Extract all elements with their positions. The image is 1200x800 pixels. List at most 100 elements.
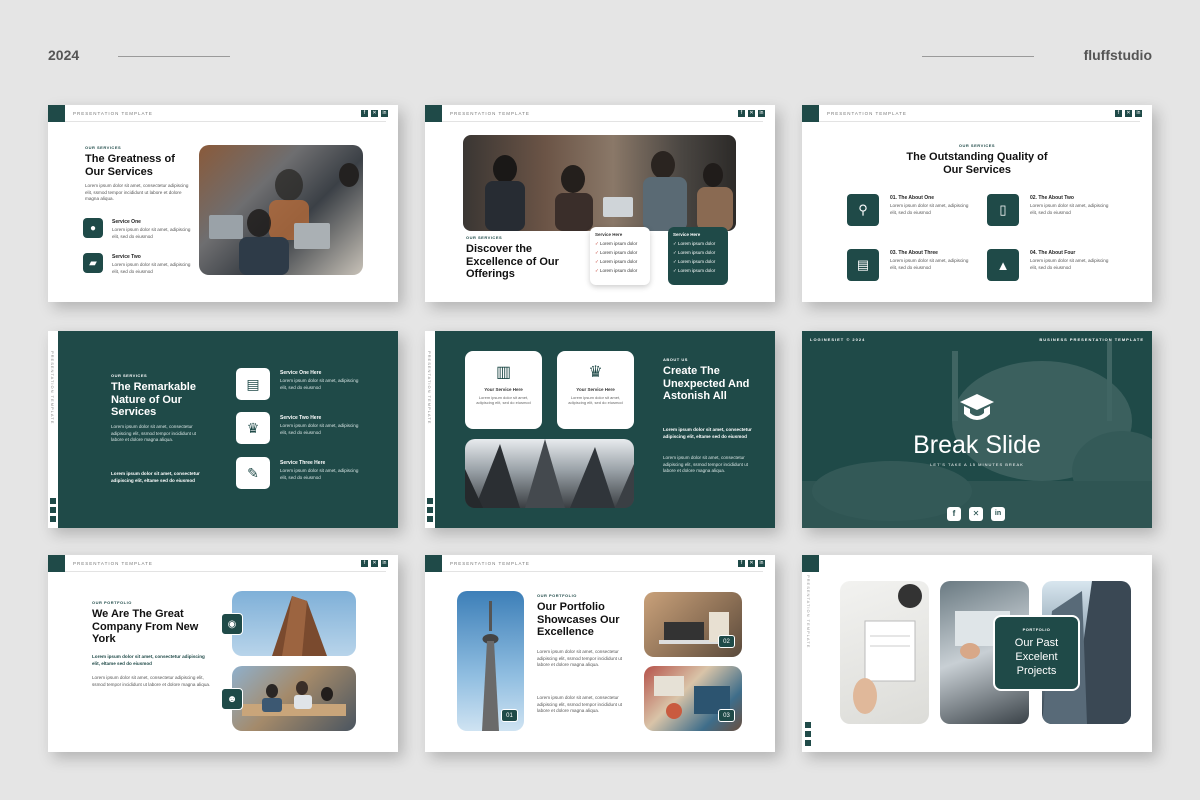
user-icon: ● (83, 218, 103, 238)
slide-8[interactable]: PRESENTATION TEMPLATE f ✕ in 01 OUR PORTFO… (425, 555, 775, 752)
corner-square (48, 105, 65, 122)
service-card-light: Service Here ✓ Lorem ipsum dolor ✓ Lorem… (590, 227, 650, 285)
social-icons: f ✕ in (361, 560, 388, 567)
slide-2[interactable]: PRESENTATION TEMPLATE f ✕ in OUR SERVICES … (425, 105, 775, 302)
linkedin-icon[interactable]: in (991, 507, 1005, 521)
facebook-icon: f (738, 110, 745, 117)
slide-title: The Remarkable Nature of Our Services (111, 381, 196, 419)
vertical-template-label: PRESENTATION TEMPLATE (806, 575, 811, 649)
about-two-text: Lorem ipsum dolor sit amet, adipiscing e… (1030, 203, 1109, 215)
slide-9[interactable]: PRESENTATION TEMPLATE PORTFOLIO Our Past… (802, 555, 1152, 752)
header-divider (65, 571, 386, 572)
template-label: PRESENTATION TEMPLATE (827, 111, 907, 116)
slide-7[interactable]: PRESENTATION TEMPLATE f ✕ in OUR PORTFOLIO… (48, 555, 398, 752)
edit-icon: ✎ (236, 457, 270, 489)
x-icon: ✕ (371, 560, 378, 567)
service-one-text: Lorem ipsum dolor sit amet, adipiscing e… (112, 227, 191, 239)
service-card: ♛ Your Service Here Lorem ipsum dolor si… (557, 351, 634, 429)
facebook-icon: f (361, 110, 368, 117)
slide-title: We Are The Great Company From New York (92, 608, 199, 646)
x-icon: ✕ (371, 110, 378, 117)
vertical-social-icons (427, 498, 433, 522)
year-label: 2024 (48, 47, 80, 63)
kicker: OUR PORTFOLIO (92, 600, 132, 605)
x-icon[interactable]: ✕ (969, 507, 983, 521)
slide-title: Create The Unexpected And Astonish All (663, 365, 750, 403)
body-bold-text: Lorem ipsum dolor sit amet, consectetur … (111, 471, 200, 483)
team-meeting-photo (199, 145, 363, 275)
header-divider (65, 121, 386, 122)
linkedin-icon (50, 516, 56, 522)
body-text: Lorem ipsum dolor sit amet, consectetur … (663, 455, 749, 474)
break-subtitle: LET'S TAKE A 15 MINUTES BREAK (930, 462, 1024, 467)
slide-5[interactable]: PRESENTATION TEMPLATE ▥ Your Service Her… (425, 331, 775, 528)
number-badge-03: 03 (718, 709, 735, 722)
slide-4[interactable]: PRESENTATION TEMPLATE OUR SERVICES The R… (48, 331, 398, 528)
corner-square (802, 555, 819, 572)
x-icon: ✕ (748, 560, 755, 567)
slide-6[interactable]: LOGINESIET © 2024 BUSINESS PRESENTATION … (802, 331, 1152, 528)
social-icons: f ✕ in (1115, 110, 1142, 117)
card-text: Lorem ipsum dolor sit amet, adipiscing e… (476, 395, 531, 405)
vertical-template-label: PRESENTATION TEMPLATE (427, 351, 432, 425)
linkedin-icon (427, 516, 433, 522)
card-title: Your Service Here (484, 387, 523, 392)
project-title-card: PORTFOLIO Our Past Excelent Projects (993, 615, 1080, 691)
bell-icon: ▲ (987, 249, 1019, 281)
template-label: PRESENTATION TEMPLATE (73, 111, 153, 116)
body-text: Lorem ipsum dolor sit amet, consectetur … (537, 695, 623, 714)
about-four-label: 04. The About Four (1030, 250, 1076, 256)
card-text: Lorem ipsum dolor sit amet, adipiscing e… (568, 395, 623, 405)
kicker: OUR SERVICES (85, 145, 122, 150)
linkedin-icon (805, 740, 811, 746)
facebook-icon[interactable]: f (947, 507, 961, 521)
door-icon: ▯ (987, 194, 1019, 226)
linkedin-icon: in (381, 560, 388, 567)
notebook-photo (840, 581, 929, 724)
header-divider (442, 571, 763, 572)
slide-title: Our Portfolio Showcases Our Excellence (537, 601, 620, 639)
template-label: PRESENTATION TEMPLATE (450, 561, 530, 566)
vertical-social-icons (50, 498, 56, 522)
linkedin-icon: in (758, 560, 765, 567)
slide-3[interactable]: PRESENTATION TEMPLATE f ✕ in OUR SERVICES … (802, 105, 1152, 302)
break-title: Break Slide (913, 431, 1041, 459)
x-icon (50, 507, 56, 513)
template-label: PRESENTATION TEMPLATE (450, 111, 530, 116)
body-text: Lorem ipsum dolor sit amet, consectetur … (111, 424, 197, 443)
social-icons: f ✕ in (361, 110, 388, 117)
clipboard-icon: ▤ (847, 249, 879, 281)
office-photo (232, 666, 356, 731)
corner-square (425, 105, 442, 122)
x-icon: ✕ (748, 110, 755, 117)
service-three-label: Service Three Here (280, 460, 326, 466)
check-item: ✓ Lorem ipsum dolor (673, 250, 716, 255)
users-icon: ☻ (221, 688, 243, 710)
compass-icon: ◉ (221, 613, 243, 635)
check-item: ✓ Lorem ipsum dolor (673, 259, 716, 264)
about-one-text: Lorem ipsum dolor sit amet, adipiscing e… (890, 203, 969, 215)
service-two-text: Lorem ipsum dolor sit amet, adipiscing e… (280, 423, 359, 435)
linkedin-icon: in (758, 110, 765, 117)
header-divider (442, 121, 763, 122)
template-label: PRESENTATION TEMPLATE (73, 561, 153, 566)
body-text: Lorem ipsum dolor sit amet, consectetur … (537, 649, 623, 668)
slide-title: The Greatness of Our Services (85, 153, 175, 178)
trophy-icon: ♛ (236, 412, 270, 444)
vertical-social-icons (805, 722, 811, 746)
building-photo (232, 591, 356, 656)
slide-title: Discover the Excellence of Our Offerings (466, 243, 559, 281)
chat-icon: ▰ (83, 253, 103, 273)
document-icon: ▥ (495, 364, 512, 381)
slide-1[interactable]: PRESENTATION TEMPLATE f ✕ in OUR SERVICES … (48, 105, 398, 302)
mosque-background (802, 341, 1152, 528)
card-title: Your Service Here (576, 387, 615, 392)
header-divider (819, 121, 1140, 122)
skyscraper-photo (465, 439, 634, 508)
social-icons: f ✕ in (738, 560, 765, 567)
check-item: ✓ Lorem ipsum dolor (673, 268, 716, 273)
search-icon: ⚲ (847, 194, 879, 226)
facebook-icon: f (361, 560, 368, 567)
facebook-icon (50, 498, 56, 504)
top-left-label: LOGINESIET © 2024 (810, 337, 866, 342)
